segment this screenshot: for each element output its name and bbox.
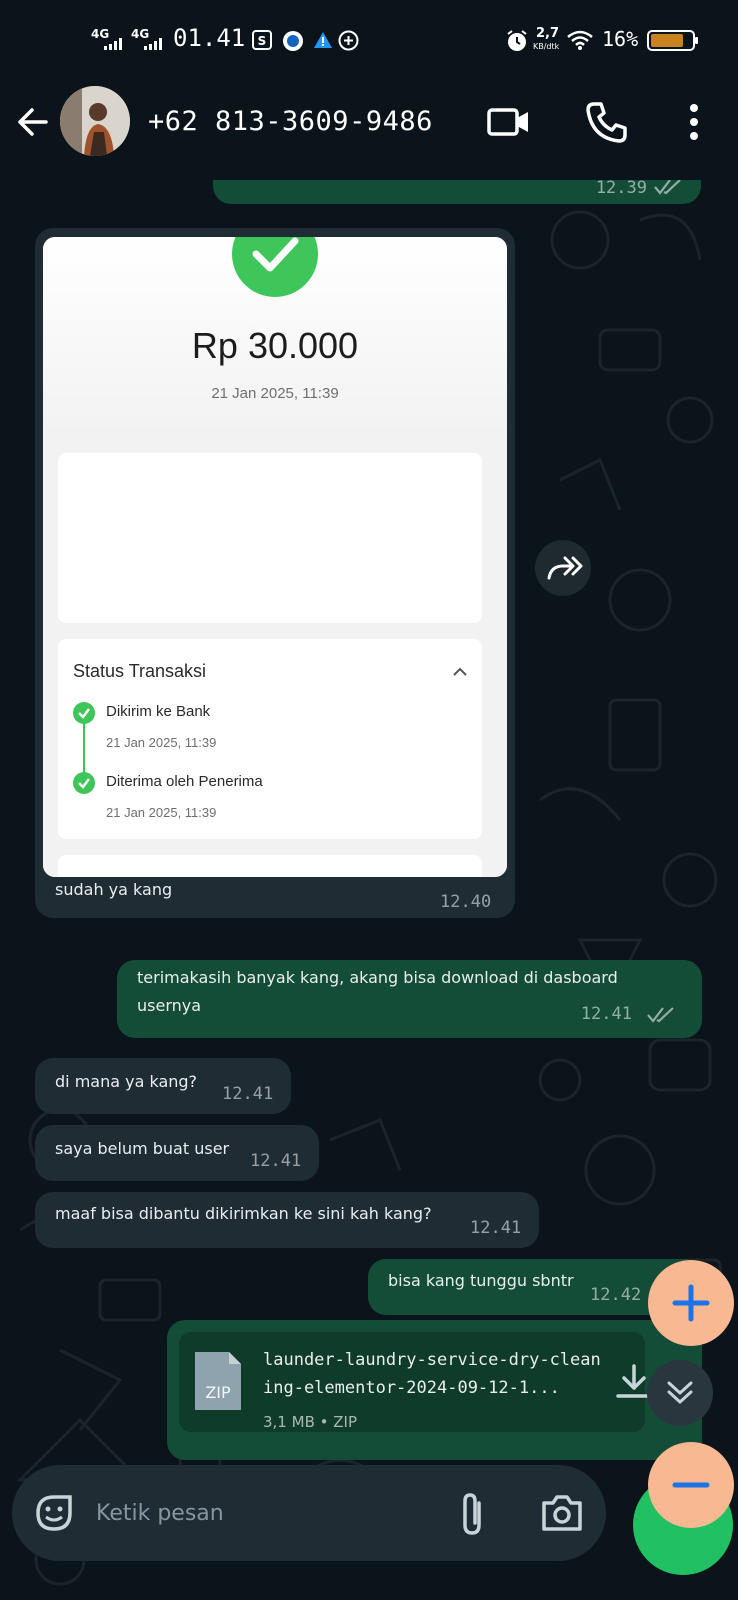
message-time: 12.42 [590, 1285, 642, 1305]
message-time: 12.41 [222, 1084, 274, 1104]
back-arrow-icon[interactable] [14, 102, 54, 142]
status-step-label: Diterima oleh Penerima [106, 773, 263, 790]
message-text: maaf bisa dibantu dikirimkan ke sini kah… [55, 1204, 432, 1223]
message-text: di mana ya kang? [55, 1072, 198, 1091]
status-step-date: 21 Jan 2025, 11:39 [106, 805, 217, 820]
file-attachment[interactable]: ZIP launder-laundry-service-dry-clean in… [179, 1332, 645, 1432]
battery-fill [651, 34, 683, 47]
payment-receipt-image[interactable]: Rp 30.000 21 Jan 2025, 11:39 Status Tran… [43, 237, 507, 877]
attach-paperclip-icon[interactable] [457, 1491, 487, 1537]
double-chevron-down-icon [667, 1381, 693, 1404]
message-bubble-incoming[interactable]: maaf bisa dibantu dikirimkan ke sini kah… [35, 1192, 539, 1248]
read-receipt-icon [654, 180, 681, 195]
zip-file-badge: ZIP [205, 1383, 231, 1402]
file-meta: 3,1 MB • ZIP [263, 1413, 357, 1431]
step-check-icon [73, 702, 95, 724]
alarm-icon [507, 30, 527, 51]
message-time: 12.40 [440, 892, 492, 912]
step-check-icon [73, 772, 95, 794]
signal-icon-2 [144, 38, 162, 50]
plus-icon [672, 1284, 710, 1322]
status-step-date: 21 Jan 2025, 11:39 [106, 735, 217, 750]
sticker-emoji-icon[interactable] [32, 1491, 76, 1535]
video-call-icon[interactable] [486, 102, 532, 142]
contact-avatar[interactable] [60, 86, 130, 156]
forward-icon [547, 556, 583, 580]
zip-file-icon: ZIP [195, 1352, 241, 1410]
voice-call-icon[interactable] [584, 100, 628, 144]
camera-icon[interactable] [540, 1493, 584, 1533]
chat-header: +62 813-3609-9486 [0, 80, 738, 180]
contact-name[interactable]: +62 813-3609-9486 [148, 106, 433, 137]
network-speed-value: 2,7 [536, 26, 560, 41]
receipt-extra-card [58, 855, 482, 877]
battery-percent: 16% [602, 27, 639, 51]
warning-icon [314, 32, 332, 48]
chevron-up-icon [453, 667, 467, 676]
zoom-out-button[interactable] [648, 1442, 734, 1528]
svg-text:S: S [258, 34, 267, 48]
battery-icon [647, 30, 695, 51]
message-text: bisa kang tunggu sbntr [388, 1271, 574, 1290]
network-speed-unit: KB/dtk [533, 42, 560, 51]
avatar-photo-icon [60, 86, 130, 156]
message-bubble-outgoing[interactable]: 12.39 [213, 180, 701, 204]
zoom-in-button[interactable] [648, 1260, 734, 1346]
scroll-to-bottom-button[interactable] [647, 1360, 713, 1426]
status-title: Status Transaksi [73, 661, 207, 681]
battery-tip [695, 37, 698, 44]
transaction-status-card: Status Transaksi Dikirim ke Bank 21 Jan … [58, 639, 482, 839]
wifi-icon [567, 30, 593, 50]
message-time: 12.39 [595, 180, 647, 198]
receipt-date: 21 Jan 2025, 11:39 [211, 385, 339, 402]
message-bubble-outgoing[interactable]: terimakasih banyak kang, akang bisa down… [117, 960, 702, 1038]
message-text: saya belum buat user [55, 1139, 230, 1158]
forward-button[interactable] [535, 540, 591, 596]
status-bar: 4G 4G 01.41 S 2,7 KB/dtk 16% [0, 0, 738, 80]
file-name-line: ing-elementor-2024-09-12-1... [263, 1378, 560, 1398]
file-name-line: launder-laundry-service-dry-clean [263, 1350, 601, 1370]
receipt-details-card [58, 453, 482, 623]
vpn-icon [283, 31, 303, 51]
minus-icon [672, 1482, 710, 1488]
message-bubble-file[interactable]: ZIP launder-laundry-service-dry-clean in… [167, 1320, 702, 1460]
receipt-amount: Rp 30.000 [191, 325, 359, 366]
message-time: 12.41 [250, 1151, 302, 1171]
more-options-icon[interactable] [682, 102, 706, 142]
message-input[interactable] [96, 1493, 426, 1533]
message-time: 12.41 [470, 1218, 522, 1238]
screenshot-icon: S [252, 30, 272, 50]
signal-icon-1 [104, 38, 122, 50]
clock: 01.41 [173, 24, 246, 52]
chat-messages[interactable]: 12.39 Rp 30.000 21 Jan 2025, 11:39 Statu… [0, 180, 738, 1600]
message-bubble-incoming[interactable]: di mana ya kang? 12.41 [35, 1058, 291, 1114]
message-caption: sudah ya kang [55, 880, 173, 899]
message-bubble-incoming[interactable]: saya belum buat user 12.41 [35, 1125, 319, 1181]
message-time: 12.41 [580, 1004, 632, 1024]
success-check-icon [232, 237, 318, 297]
message-text: terimakasih banyak kang, akang bisa down… [137, 968, 618, 1015]
add-circle-icon [338, 30, 359, 51]
message-composer [12, 1465, 606, 1561]
read-receipt-icon [647, 1007, 674, 1023]
status-step-label: Dikirim ke Bank [106, 703, 211, 720]
